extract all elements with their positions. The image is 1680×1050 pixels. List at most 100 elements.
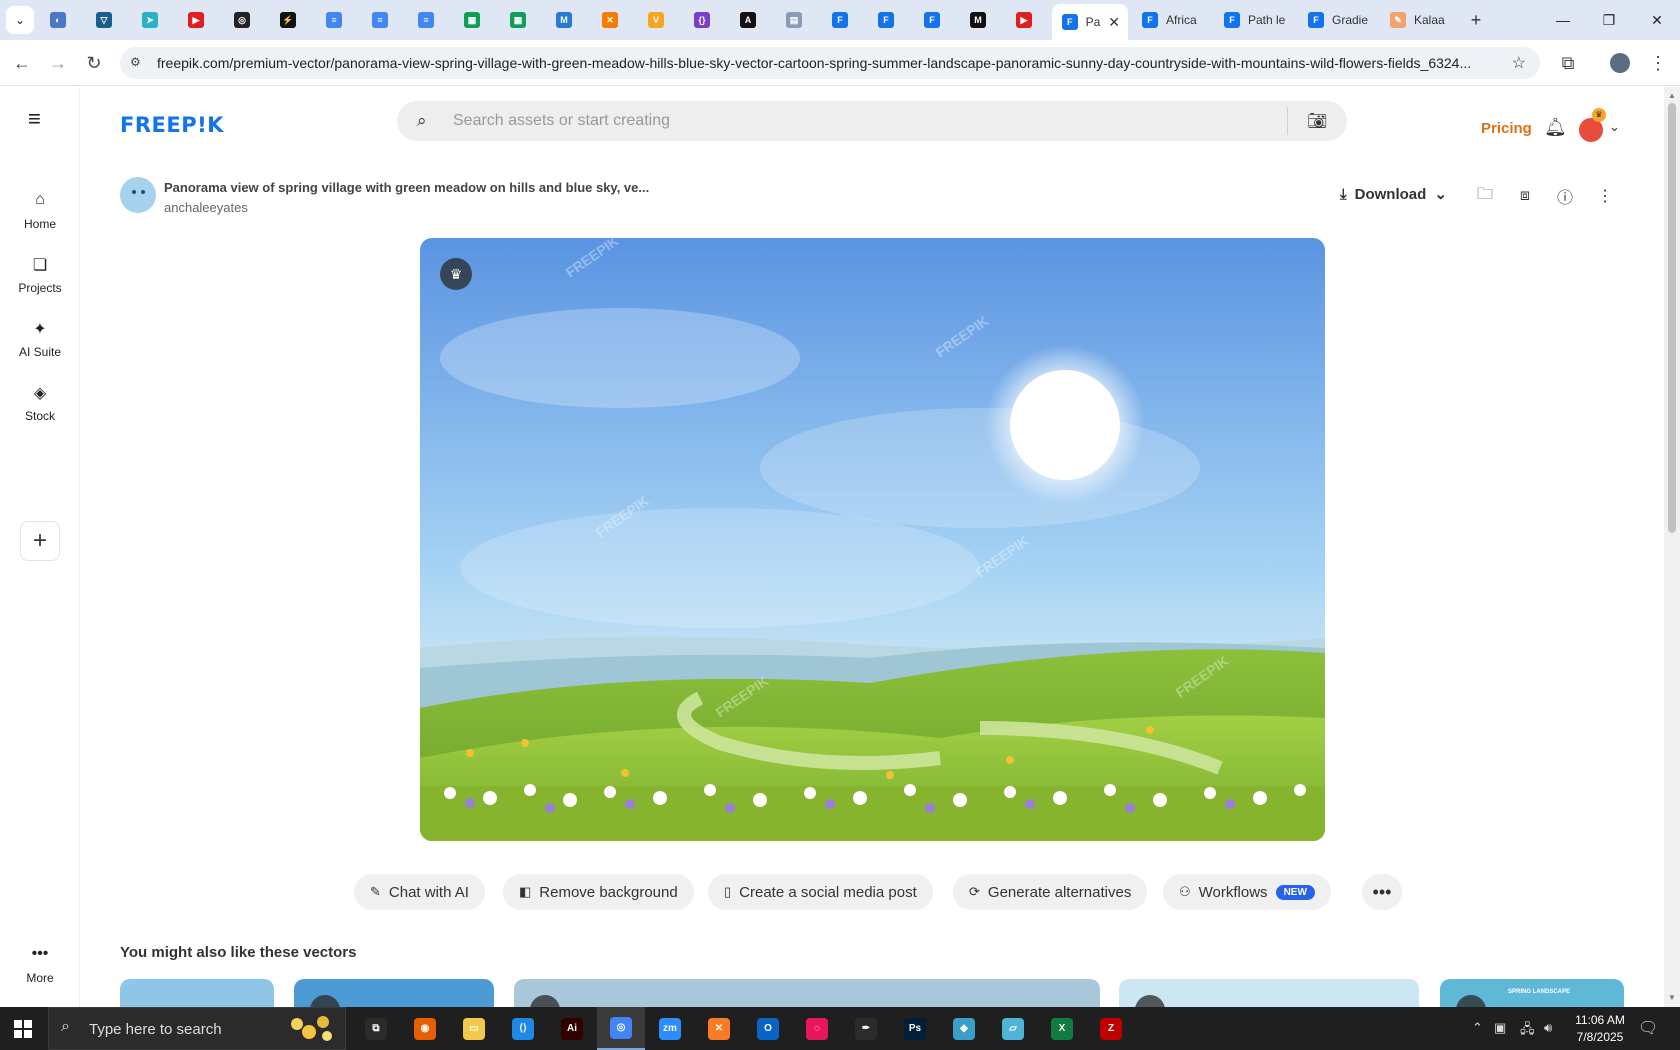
remove-background-button[interactable]: ◧ Remove background (503, 874, 694, 910)
pinned-tab[interactable]: M (958, 6, 998, 34)
pinned-tab[interactable]: F (820, 6, 860, 34)
browser-menu-icon[interactable]: ⋮ (1644, 49, 1672, 77)
restore-icon[interactable]: ❐ (1586, 0, 1632, 40)
address-bar[interactable]: ⚙ freepik.com/premium-vector/panorama-vi… (120, 47, 1540, 79)
pinned-tab[interactable]: ◐ (38, 6, 78, 34)
close-tab-icon[interactable]: ✕ (1108, 14, 1120, 31)
creative-cloud-taskbar-icon[interactable]: ◌ (793, 1007, 841, 1050)
tab-kalaa[interactable]: ✎ Kalaa (1380, 6, 1456, 34)
generate-alternatives-button[interactable]: ⟳ Generate alternatives (953, 874, 1148, 910)
new-tab-button[interactable]: + (1462, 6, 1490, 34)
pinned-tab[interactable]: ▦ (498, 6, 538, 34)
related-thumbnail[interactable] (514, 979, 1100, 1007)
inkscape-taskbar-icon[interactable]: ✒ (842, 1007, 890, 1050)
volume-icon[interactable]: 🔊︎ (1544, 1020, 1552, 1036)
scroll-down-icon[interactable]: ▼ (1668, 993, 1676, 1002)
extensions-icon[interactable]: ⧉ (1554, 49, 1582, 77)
chat-with-ai-button[interactable]: ✎ Chat with AI (354, 874, 485, 910)
pinned-tab[interactable]: ≡ (314, 6, 354, 34)
close-window-icon[interactable]: ✕ (1634, 0, 1680, 40)
page-scrollbar[interactable]: ▲ ▼ (1664, 87, 1680, 1007)
camera-search-icon[interactable]: 📷︎ (1307, 111, 1327, 131)
search-bar[interactable]: ⌕ 📷︎ (397, 101, 1347, 141)
pinned-tab[interactable]: ✕ (590, 6, 630, 34)
taskbar-search-box[interactable]: ⌕ Type here to search (48, 1007, 346, 1050)
bookmark-star-icon[interactable]: ☆ (1512, 53, 1526, 73)
scroll-up-icon[interactable]: ▲ (1668, 91, 1676, 100)
pinned-tab[interactable]: {} (682, 6, 722, 34)
sidenav-item-ai-suite[interactable]: ✦ AI Suite (0, 319, 80, 359)
file-explorer-taskbar-icon[interactable]: ▭ (450, 1007, 498, 1050)
add-button[interactable]: + (20, 521, 60, 561)
sidenav-item-projects[interactable]: ❏ Projects (0, 255, 80, 295)
pinned-tab[interactable]: ▶ (176, 6, 216, 34)
tab-africa[interactable]: F Africa (1132, 6, 1208, 34)
minimize-icon[interactable]: — (1540, 0, 1586, 40)
pinned-tab[interactable]: ◎ (222, 6, 262, 34)
sidenav-item-more[interactable]: ••• More (0, 945, 80, 985)
save-to-folder-icon[interactable]: 🗀︎ (1474, 185, 1496, 207)
related-thumbnail[interactable] (120, 979, 274, 1007)
taskbar-clock[interactable]: 11:06 AM 7/8/2025 (1562, 1012, 1638, 1046)
more-options-icon[interactable]: ⋮ (1594, 185, 1616, 207)
scroll-thumb[interactable] (1668, 103, 1676, 533)
chevron-down-icon[interactable]: ⌄ (1609, 119, 1620, 135)
tab-gradient[interactable]: F Gradie (1298, 6, 1374, 34)
related-thumbnail[interactable] (294, 979, 494, 1007)
task-view-taskbar-icon[interactable]: ⧉ (352, 1007, 400, 1050)
pinned-tab[interactable]: ≡ (360, 6, 400, 34)
pinned-tab[interactable]: M (544, 6, 584, 34)
sidenav-item-home[interactable]: ⌂ Home (0, 191, 80, 231)
tab-search-button[interactable]: ⌄ (6, 6, 34, 34)
notifications-icon[interactable]: 🗨︎ (1638, 1018, 1658, 1038)
pricing-link[interactable]: Pricing (1481, 120, 1532, 137)
pinned-tab[interactable]: ▽ (84, 6, 124, 34)
related-thumbnail[interactable]: SPRING LANDSCAPE (1440, 979, 1624, 1007)
tray-app-icon[interactable]: ▣ (1494, 1020, 1506, 1036)
notepad-taskbar-icon[interactable]: ▱ (989, 1007, 1037, 1050)
vscode-taskbar-icon[interactable]: ⟨⟩ (499, 1007, 547, 1050)
notifications-bell-icon[interactable]: 🔔︎ (1544, 117, 1567, 138)
pinned-tab[interactable]: ▶ (1004, 6, 1044, 34)
download-button[interactable]: ⤓ Download ⌄ (1340, 185, 1447, 204)
pinned-tab[interactable]: F (866, 6, 906, 34)
related-thumbnail[interactable] (1119, 979, 1419, 1007)
pinned-tab[interactable]: A (728, 6, 768, 34)
info-icon[interactable]: ⓘ (1554, 185, 1576, 207)
pinned-tab[interactable]: ⚡ (268, 6, 308, 34)
pinned-tab[interactable]: ▦ (452, 6, 492, 34)
forward-icon[interactable]: → (44, 49, 72, 77)
filezilla-taskbar-icon[interactable]: Z (1087, 1007, 1135, 1050)
author-avatar[interactable] (120, 177, 156, 213)
windows-start-icon[interactable] (0, 1007, 46, 1050)
app-taskbar-icon[interactable]: ◆ (940, 1007, 988, 1050)
xampp-taskbar-icon[interactable]: ✕ (695, 1007, 743, 1050)
author-name[interactable]: anchaleeyates (164, 200, 248, 215)
hero-landscape-image[interactable]: FREEPIK FREEPIK FREEPIK FREEPIK FREEPIK … (420, 238, 1325, 841)
site-info-icon[interactable]: ⚙ (130, 55, 146, 71)
tab-path[interactable]: F Path le (1214, 6, 1290, 34)
workflows-button[interactable]: ⚇ Workflows NEW (1163, 874, 1331, 910)
edit-image-icon[interactable]: ⧈ (1514, 185, 1536, 207)
pinned-tab[interactable]: V (636, 6, 676, 34)
freepik-logo[interactable]: FREEP!K (120, 113, 224, 137)
excel-taskbar-icon[interactable]: X (1038, 1007, 1086, 1050)
pinned-tab[interactable]: ≡ (406, 6, 446, 34)
search-input[interactable] (453, 109, 1253, 133)
outlook-taskbar-icon[interactable]: O (744, 1007, 792, 1050)
pinned-tab[interactable]: ➤ (130, 6, 170, 34)
illustrator-taskbar-icon[interactable]: Ai (548, 1007, 596, 1050)
reload-icon[interactable]: ↻ (80, 49, 108, 77)
create-social-post-button[interactable]: ▯ Create a social media post (708, 874, 933, 910)
firefox-taskbar-icon[interactable]: ◉ (401, 1007, 449, 1050)
pinned-tab[interactable]: F (912, 6, 952, 34)
pinned-tab[interactable]: ▤ (774, 6, 814, 34)
tray-chevron-up-icon[interactable]: ⌃ (1472, 1020, 1483, 1036)
hamburger-menu-icon[interactable]: ≡ (28, 108, 50, 130)
chrome-taskbar-icon[interactable]: ◎ (597, 1007, 645, 1050)
zoom-taskbar-icon[interactable]: zm (646, 1007, 694, 1050)
back-icon[interactable]: ← (8, 49, 36, 77)
more-actions-button[interactable]: ••• (1362, 874, 1402, 910)
url-text[interactable]: freepik.com/premium-vector/panorama-view… (157, 55, 1497, 71)
tab-freepik-active[interactable]: F Pa ✕ (1052, 4, 1128, 40)
